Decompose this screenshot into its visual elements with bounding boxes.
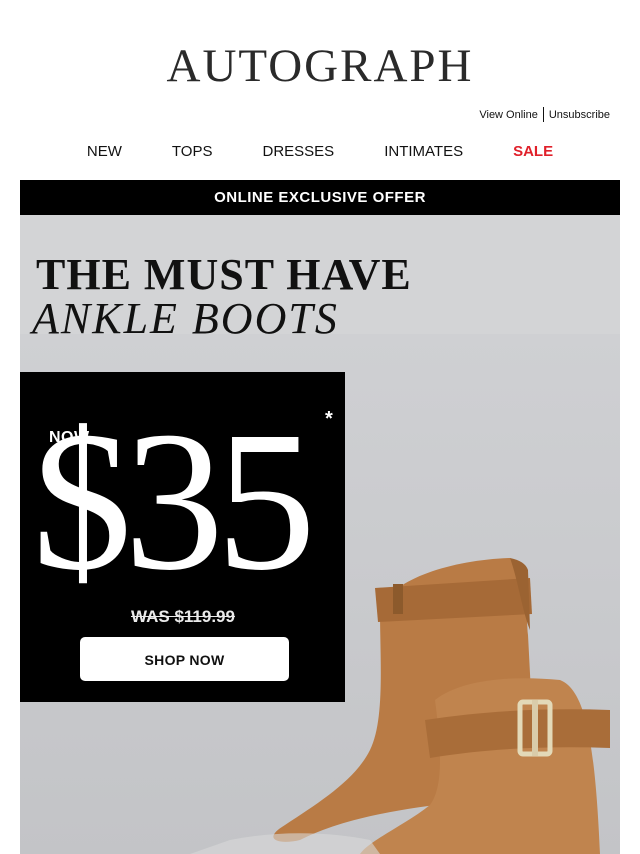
unsubscribe-link[interactable]: Unsubscribe <box>549 109 610 121</box>
shop-now-button[interactable]: SHOP NOW <box>80 637 289 681</box>
nav-item-dresses[interactable]: DRESSES <box>237 143 359 161</box>
utility-links: View Online Unsubscribe <box>479 107 610 122</box>
headline-line-1: THE MUST HAVE <box>36 250 412 299</box>
nav-item-tops[interactable]: TOPS <box>147 143 238 161</box>
utility-divider <box>542 107 544 122</box>
was-price: WAS $119.99 <box>131 607 235 626</box>
view-online-link[interactable]: View Online <box>479 109 538 121</box>
nav-item-intimates[interactable]: INTIMATES <box>359 143 488 161</box>
nav-item-new[interactable]: NEW <box>62 143 147 161</box>
nav-item-sale[interactable]: SALE <box>488 143 578 161</box>
hero-banner[interactable]: ONLINE EXCLUSIVE OFFER THE MUST HAVE ANK… <box>20 180 620 854</box>
offer-banner: ONLINE EXCLUSIVE OFFER <box>20 180 620 215</box>
price-panel: NOW $35 * WAS $119.99 SHOP NOW <box>20 372 345 702</box>
sale-price: $35 <box>32 391 316 612</box>
main-nav: NEW TOPS DRESSES INTIMATES SALE <box>0 143 640 161</box>
headline-line-2: ANKLE BOOTS <box>32 294 339 343</box>
price-footnote-mark: * <box>325 408 333 430</box>
brand-logo[interactable]: AUTOGRAPH <box>0 40 640 92</box>
